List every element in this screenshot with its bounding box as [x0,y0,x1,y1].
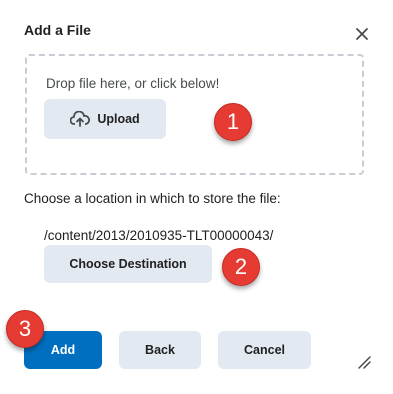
dialog-title: Add a File [24,22,91,38]
annotation-badge-2: 2 [222,248,260,286]
drop-zone-text: Drop file here, or click below! [46,76,220,91]
file-drop-zone[interactable]: Drop file here, or click below! Upload [25,54,364,175]
upload-label: Upload [97,112,140,126]
add-file-dialog: Add a File Drop file here, or click belo… [0,0,393,394]
cancel-button[interactable]: Cancel [218,331,311,369]
choose-destination-button[interactable]: Choose Destination [44,245,212,283]
upload-button[interactable]: Upload [44,99,166,139]
annotation-badge-1: 1 [214,103,252,141]
destination-path: /content/2013/2010935-TLT00000043/ [44,228,274,243]
cloud-upload-icon [69,110,91,127]
annotation-badge-3: 3 [6,310,44,348]
close-icon[interactable] [352,24,372,44]
back-button[interactable]: Back [119,331,201,369]
resize-handle-icon[interactable] [356,354,372,370]
location-label: Choose a location in which to store the … [24,191,281,206]
